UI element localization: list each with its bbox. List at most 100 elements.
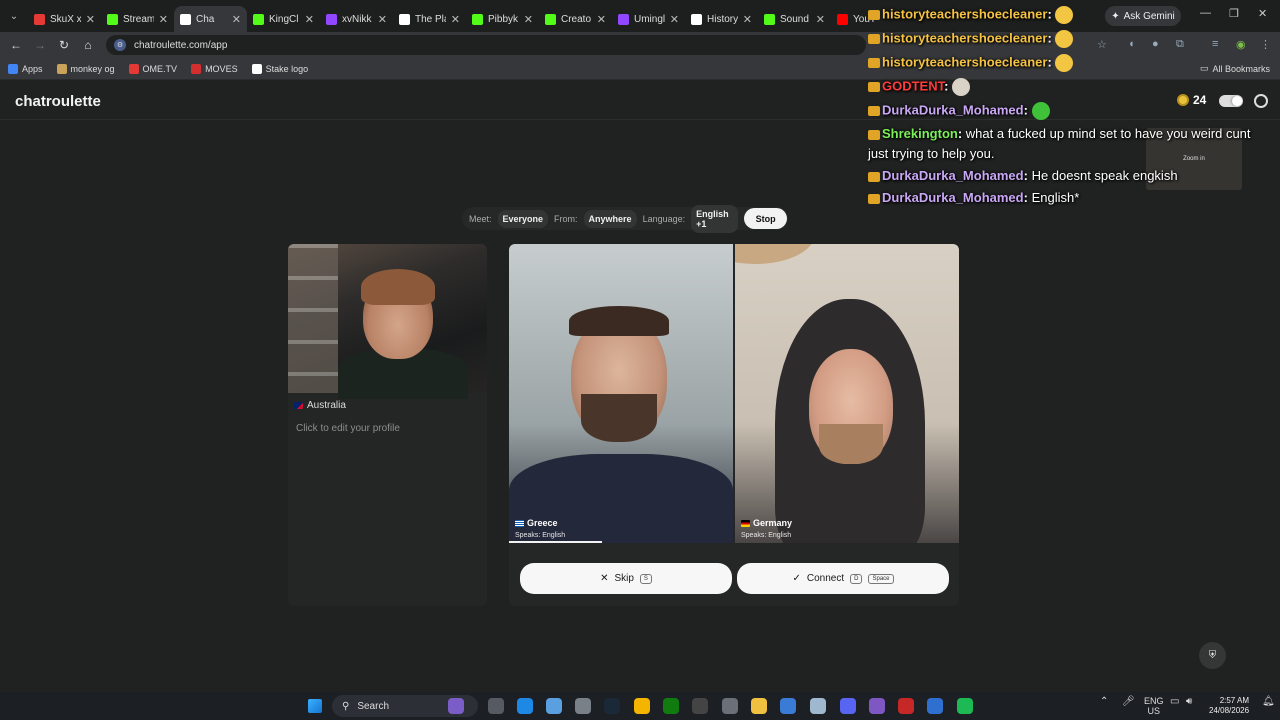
settings-icon[interactable] — [722, 698, 738, 714]
steam-icon[interactable] — [604, 698, 620, 714]
brand-logo[interactable]: chatroulette — [15, 93, 101, 110]
home-icon[interactable]: ⌂ — [76, 38, 100, 52]
remote-info: Germany Speaks: English — [741, 518, 792, 539]
bookmark-item[interactable]: Apps — [8, 63, 43, 74]
spotify-icon[interactable] — [957, 698, 973, 714]
edit-profile-link[interactable]: Click to edit your profile — [296, 423, 400, 434]
browser-tab[interactable]: xvNikk ✕ — [320, 6, 393, 32]
microphone-icon[interactable]: 🎤︎ — [1122, 696, 1135, 707]
remote-info: Greece Speaks: English — [515, 518, 565, 539]
store-icon[interactable] — [780, 698, 796, 714]
bookmark-icon — [128, 63, 139, 74]
tab-title: Cha — [196, 13, 215, 25]
bookmark-icon — [56, 63, 67, 74]
notification-icon[interactable]: 🔔︎ — [1262, 696, 1275, 707]
tab-close-icon[interactable]: ✕ — [86, 13, 95, 26]
tab-favicon-icon — [691, 13, 702, 25]
xbox-icon[interactable] — [663, 698, 679, 714]
taskbar-search-label: Search — [357, 700, 390, 712]
chat-username[interactable]: DurkaDurka_Mohamed — [882, 168, 1024, 183]
bookmark-item[interactable]: MOVES — [191, 63, 238, 74]
browser-tab[interactable]: The Pla ✕ — [393, 6, 466, 32]
tab-favicon-icon — [34, 13, 45, 25]
language-select[interactable]: English +1 — [691, 204, 739, 233]
meet-select[interactable]: Everyone — [497, 209, 549, 228]
chat-text: what a fucked up mind set to have you we… — [965, 126, 1251, 141]
tab-close-icon[interactable]: ✕ — [743, 13, 752, 26]
crown-badge-icon — [868, 34, 880, 44]
browser-tab[interactable]: KingCl ✕ — [247, 6, 320, 32]
chat-username[interactable]: historyteachershoecleaner — [882, 54, 1047, 69]
tab-close-icon[interactable]: ✕ — [305, 13, 314, 26]
network-icon[interactable]: ▭ — [1170, 696, 1179, 707]
tab-close-icon[interactable]: ✕ — [378, 13, 387, 26]
app-icon[interactable] — [898, 698, 914, 714]
app-icon[interactable] — [869, 698, 885, 714]
tab-close-icon[interactable]: ✕ — [597, 13, 606, 26]
reload-icon[interactable]: ↻ — [52, 38, 76, 52]
app-icon[interactable] — [927, 698, 943, 714]
chat-username[interactable]: GODTENT — [882, 78, 944, 93]
chat-text: English* — [1031, 190, 1080, 205]
chevron-up-icon[interactable]: ⌃ — [1100, 696, 1108, 707]
chat-username[interactable]: DurkaDurka_Mohamed — [882, 190, 1024, 205]
tab-close-icon[interactable]: ✕ — [816, 13, 825, 26]
browser-tab[interactable]: SkuX x ✕ — [28, 6, 101, 32]
germany-flag-icon — [741, 519, 750, 527]
volume-icon[interactable]: 🔊︎ — [1186, 696, 1192, 707]
tab-close-icon[interactable]: ✕ — [232, 13, 241, 26]
tab-favicon-icon — [472, 13, 483, 25]
discord-icon[interactable] — [840, 698, 856, 714]
tab-close-icon[interactable]: ✕ — [451, 13, 460, 26]
bookmark-icon — [8, 63, 18, 74]
browser-tab[interactable]: History ✕ — [685, 6, 758, 32]
remote-beard — [581, 394, 657, 442]
forward-icon[interactable]: → — [28, 38, 52, 52]
connect-button[interactable]: ✓ Connect D Space — [737, 563, 949, 594]
tab-close-icon[interactable]: ✕ — [524, 13, 533, 26]
chat-message: historyteachershoecleaner: — [868, 6, 1074, 24]
clock[interactable]: 2:57 AM 24/08/2026 — [1209, 696, 1249, 716]
app-icon[interactable] — [810, 698, 826, 714]
skip-button[interactable]: ✕ Skip S — [520, 563, 732, 594]
bookmark-item[interactable]: Stake logo — [251, 63, 308, 74]
browser-tab[interactable]: Sound ✕ — [758, 6, 831, 32]
site-info-icon[interactable]: ⚙ — [114, 39, 126, 51]
browser-tab[interactable]: Pibbyk ✕ — [466, 6, 539, 32]
tab-close-icon[interactable]: ✕ — [159, 13, 168, 26]
chat-username[interactable]: historyteachershoecleaner — [882, 6, 1047, 21]
browser-tab[interactable]: Creato ✕ — [539, 6, 612, 32]
tab-close-icon[interactable]: ✕ — [670, 13, 679, 26]
stop-button[interactable]: Stop — [744, 208, 787, 229]
chat-separator: : — [1047, 6, 1056, 22]
tab-title: SkuX x — [50, 13, 81, 25]
browser-tab[interactable]: Umingl ✕ — [612, 6, 685, 32]
connect-shortcut-key: D — [850, 573, 863, 584]
chat-username[interactable]: Shrekington — [882, 126, 958, 141]
back-icon[interactable]: ← — [4, 38, 28, 52]
chrome-icon[interactable] — [634, 698, 650, 714]
chat-username[interactable]: historyteachershoecleaner — [882, 30, 1047, 45]
task-view-icon[interactable] — [488, 698, 504, 714]
windows-start-icon[interactable] — [308, 699, 322, 713]
browser-tab[interactable]: Cha ✕ — [174, 6, 247, 32]
chat-text: just trying to help you. — [868, 146, 995, 161]
chat-text: He doesnt speak engkish — [1031, 168, 1178, 183]
bookmark-item[interactable]: OME.TV — [128, 63, 177, 74]
shield-icon[interactable]: ⛨ — [1199, 642, 1226, 669]
file-explorer-icon[interactable] — [751, 698, 767, 714]
address-bar[interactable]: ⚙ chatroulette.com/app — [106, 35, 866, 55]
bookmark-item[interactable]: monkey og — [56, 63, 115, 74]
epic-games-icon[interactable] — [692, 698, 708, 714]
edge-icon[interactable] — [517, 698, 533, 714]
language-indicator[interactable]: ENG US — [1144, 696, 1164, 716]
app-icon[interactable] — [575, 698, 591, 714]
tab-search-icon[interactable]: ⌄ — [0, 11, 28, 22]
weather-widget-icon[interactable] — [448, 698, 464, 714]
browser-tab[interactable]: Stream ✕ — [101, 6, 174, 32]
crown-badge-icon — [868, 10, 880, 20]
app-icon[interactable] — [546, 698, 562, 714]
remote-videos-panel: Greece Speaks: English Germany Speaks: E… — [509, 244, 959, 606]
chat-username[interactable]: DurkaDurka_Mohamed — [882, 102, 1024, 117]
from-select[interactable]: Anywhere — [583, 209, 637, 228]
